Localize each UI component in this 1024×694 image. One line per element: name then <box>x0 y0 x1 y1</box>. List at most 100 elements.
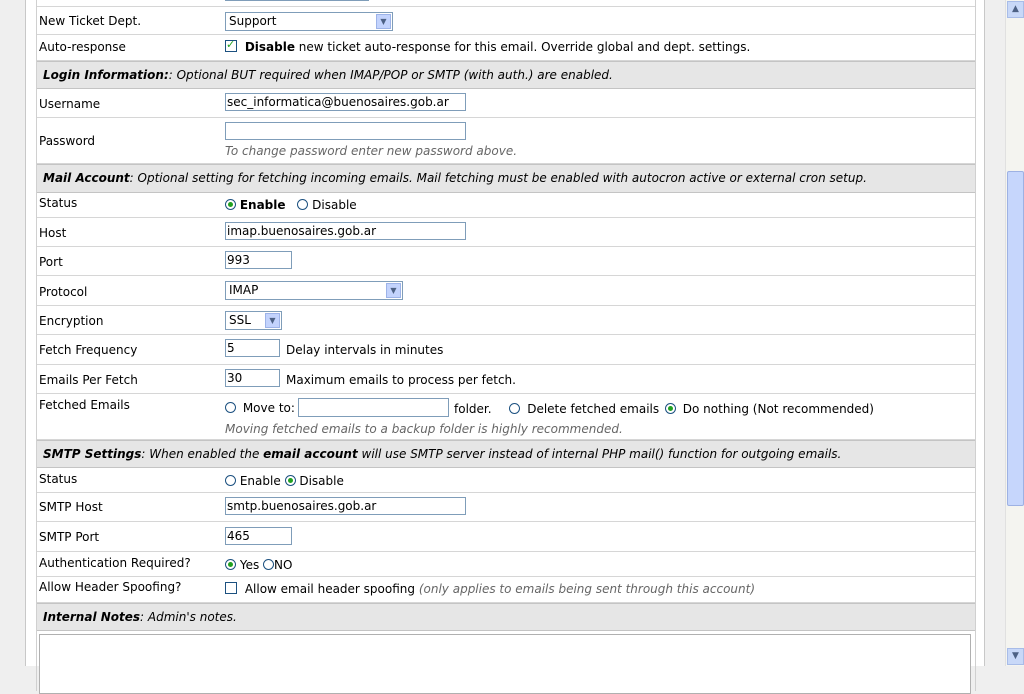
row-fetch-frequency: Fetch Frequency Delay intervals in minut… <box>37 335 975 365</box>
scrollbar-thumb[interactable] <box>1007 171 1024 506</box>
row-username: Username <box>37 89 975 118</box>
move-to-folder-input[interactable] <box>298 398 449 417</box>
smtp-disable-label: Disable <box>299 474 344 488</box>
row-smtp-host: SMTP Host <box>37 493 975 522</box>
new-ticket-dept-label: New Ticket Dept. <box>39 14 142 28</box>
fetched-emails-label: Fetched Emails <box>39 398 130 412</box>
status-label: Status <box>39 196 78 210</box>
row-emails-per-fetch: Emails Per Fetch Maximum emails to proce… <box>37 365 975 394</box>
auto-response-text: new ticket auto-response for this email.… <box>294 40 751 54</box>
auth-no-label: NO <box>274 558 293 572</box>
emails-per-fetch-suffix: Maximum emails to process per fetch. <box>286 373 516 387</box>
header-spoofing-checkbox[interactable] <box>225 582 237 594</box>
smtp-port-input[interactable] <box>225 527 292 545</box>
protocol-label: Protocol <box>39 285 88 299</box>
protocol-selected: IMAP <box>229 283 259 297</box>
host-label: Host <box>39 226 67 240</box>
fetch-frequency-suffix: Delay intervals in minutes <box>286 343 444 357</box>
row-status: Status Enable Disable <box>37 193 975 218</box>
mail-account-header: Mail Account: Optional setting for fetch… <box>37 164 975 193</box>
internal-notes-header: Internal Notes: Admin's notes. <box>37 603 975 631</box>
login-info-desc: : Optional BUT required when IMAP/POP or… <box>168 68 613 82</box>
top-edge-row <box>37 0 975 7</box>
status-disable-label: Disable <box>312 198 357 212</box>
mail-account-title: Mail Account <box>43 171 130 185</box>
chevron-down-icon: ▼ <box>386 283 401 298</box>
password-input[interactable] <box>225 122 466 140</box>
delete-fetched-label: Delete fetched emails <box>527 402 660 416</box>
mail-account-header-text: Mail Account: Optional setting for fetch… <box>43 171 867 185</box>
username-label: Username <box>39 97 101 111</box>
encryption-selected: SSL <box>229 313 251 327</box>
login-info-header: Login Information:: Optional BUT require… <box>37 61 975 89</box>
chevron-down-icon: ▼ <box>376 14 391 29</box>
new-ticket-dept-selected: Support <box>229 14 277 28</box>
do-nothing-radio[interactable] <box>664 403 676 414</box>
row-smtp-status: Status Enable Disable <box>37 468 975 493</box>
status-disable-radio[interactable] <box>297 199 309 210</box>
do-nothing-label: Do nothing (Not recommended) <box>682 402 874 416</box>
internal-notes-desc: : Admin's notes. <box>140 610 237 624</box>
scroll-down-button[interactable]: ▼ <box>1007 648 1024 665</box>
smtp-enable-label: Enable <box>239 474 281 488</box>
protocol-select[interactable]: IMAP ▼ <box>225 281 403 300</box>
host-input[interactable] <box>225 222 466 240</box>
emails-per-fetch-input[interactable] <box>225 369 280 387</box>
new-ticket-dept-select[interactable]: Support ▼ <box>225 12 393 31</box>
internal-notes-title: Internal Notes <box>43 610 141 624</box>
fetched-emails-options: Move to: <box>225 401 295 415</box>
auth-yes-label: Yes <box>239 558 260 572</box>
password-note: To change password enter new password ab… <box>225 144 518 158</box>
row-header-spoofing: Allow Header Spoofing? Allow email heade… <box>37 577 975 603</box>
smtp-disable-radio[interactable] <box>284 475 296 486</box>
smtp-enable-radio[interactable] <box>225 475 236 486</box>
header-spoofing-note: (only applies to emails being sent throu… <box>418 582 756 596</box>
smtp-settings-desc-2: will use SMTP server instead of internal… <box>357 447 842 461</box>
header-spoofing-text: Allow email header spoofing <box>244 582 416 596</box>
smtp-host-input[interactable] <box>225 497 466 515</box>
folder-suffix: folder. <box>454 402 492 416</box>
vertical-scrollbar[interactable]: ▲ ▼ <box>1005 0 1024 666</box>
row-protocol: Protocol IMAP ▼ <box>37 276 975 306</box>
smtp-settings-bold: email account <box>263 447 358 461</box>
internal-notes-textarea[interactable] <box>39 634 971 694</box>
previous-input-edge <box>225 0 369 1</box>
emails-per-fetch-label: Emails Per Fetch <box>39 373 138 387</box>
row-notes-editor <box>37 631 975 694</box>
row-fetched-emails: Fetched Emails Move to: folder. Delete f… <box>37 394 975 440</box>
auth-yes-radio[interactable] <box>225 559 236 570</box>
chevron-down-icon: ▼ <box>265 313 280 328</box>
port-input[interactable] <box>225 251 292 269</box>
smtp-settings-header-text: SMTP Settings: When enabled the email ac… <box>43 447 841 461</box>
smtp-status-radios: Enable Disable <box>225 474 344 488</box>
password-label: Password <box>39 134 96 148</box>
auto-response-control: Disable new ticket auto-response for thi… <box>225 38 751 54</box>
move-to-radio[interactable] <box>225 402 236 413</box>
encryption-select[interactable]: SSL ▼ <box>225 311 282 330</box>
auth-no-radio[interactable] <box>263 559 275 570</box>
delete-fetched-radio[interactable] <box>509 403 521 414</box>
scroll-up-button[interactable]: ▲ <box>1007 1 1024 18</box>
row-password: Password To change password enter new pa… <box>37 118 975 164</box>
auto-response-checkbox[interactable] <box>225 38 237 52</box>
row-port: Port <box>37 247 975 276</box>
smtp-settings-header: SMTP Settings: When enabled the email ac… <box>37 440 975 468</box>
smtp-port-label: SMTP Port <box>39 530 100 544</box>
username-input[interactable] <box>225 93 466 111</box>
mail-account-desc: : Optional setting for fetching incoming… <box>129 171 867 185</box>
auto-response-bold: Disable <box>244 40 295 54</box>
fetch-frequency-input[interactable] <box>225 339 280 357</box>
chevron-up-icon: ▲ <box>1012 4 1019 14</box>
internal-notes-header-text: Internal Notes: Admin's notes. <box>43 610 237 624</box>
smtp-host-label: SMTP Host <box>39 500 103 514</box>
row-host: Host <box>37 218 975 247</box>
status-enable-radio[interactable] <box>225 199 236 210</box>
row-new-ticket-dept: New Ticket Dept. Support ▼ <box>37 7 975 35</box>
header-spoofing-label: Allow Header Spoofing? <box>39 580 182 594</box>
smtp-settings-desc-1: : When enabled the <box>141 447 264 461</box>
row-smtp-port: SMTP Port <box>37 522 975 552</box>
chevron-down-icon: ▼ <box>1012 651 1019 661</box>
port-label: Port <box>39 255 63 269</box>
page-content: New Ticket Dept. Support ▼ Auto-response… <box>25 0 985 694</box>
encryption-label: Encryption <box>39 314 104 328</box>
